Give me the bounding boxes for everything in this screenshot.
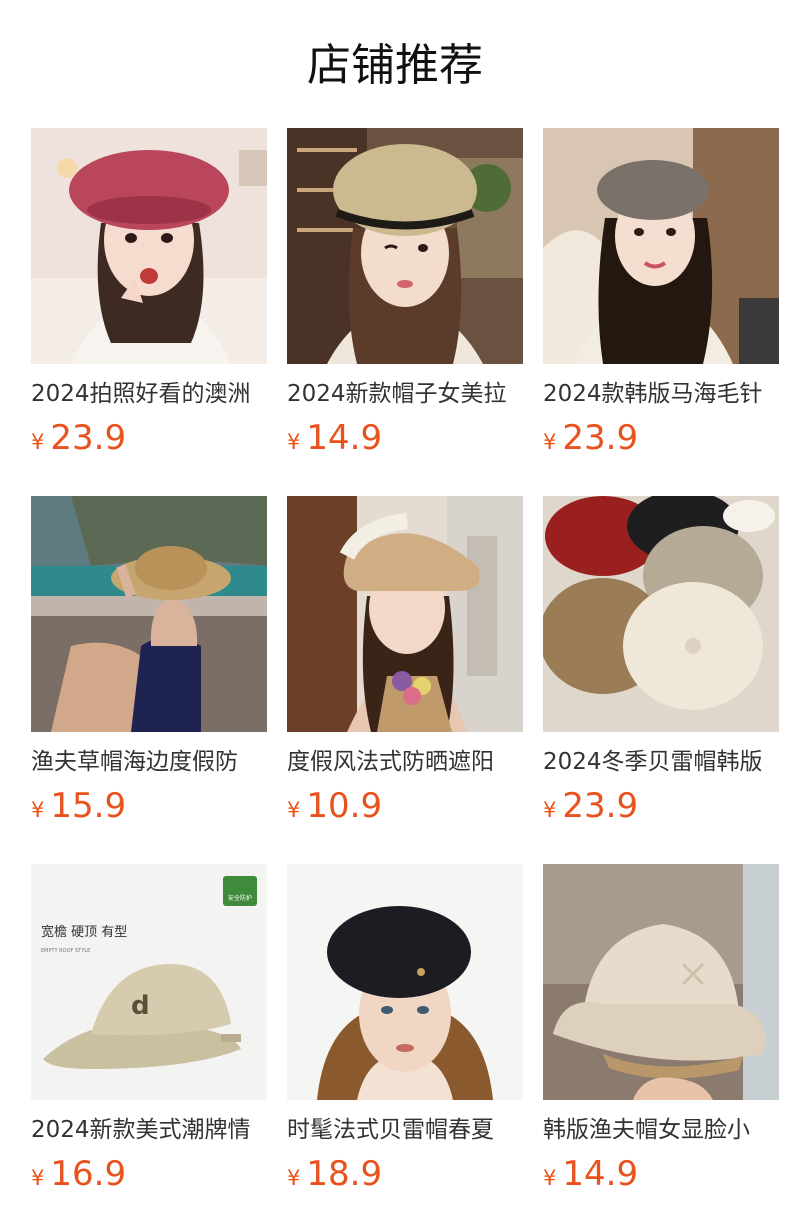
product-image[interactable]	[543, 864, 779, 1100]
price-value: 23.9	[562, 418, 639, 458]
currency-symbol: ¥	[31, 1166, 45, 1190]
product-name[interactable]: 2024款韩版马海毛针	[543, 378, 779, 410]
product-card[interactable]: 度假风法式防晒遮阳 ¥10.9	[287, 496, 523, 828]
product-card[interactable]: 2024拍照好看的澳洲 ¥23.9	[31, 128, 267, 460]
product-card[interactable]: 韩版渔夫帽女显脸小 ¥14.9	[543, 864, 779, 1196]
product-card[interactable]: 2024款韩版马海毛针 ¥23.9	[543, 128, 779, 460]
product-name[interactable]: 2024新款美式潮牌情	[31, 1114, 267, 1146]
overlay-badge: 安全防护	[228, 894, 252, 902]
product-card[interactable]: 2024新款帽子女美拉 ¥14.9	[287, 128, 523, 460]
product-image[interactable]	[287, 128, 523, 364]
currency-symbol: ¥	[31, 430, 45, 454]
currency-symbol: ¥	[31, 798, 45, 822]
price-value: 10.9	[306, 786, 383, 826]
price-value: 15.9	[50, 786, 127, 826]
product-card[interactable]: 时髦法式贝雷帽春夏 ¥18.9	[287, 864, 523, 1196]
product-image[interactable]	[31, 128, 267, 364]
product-name[interactable]: 2024冬季贝雷帽韩版	[543, 746, 779, 778]
product-image[interactable]	[31, 496, 267, 732]
page-title: 店铺推荐	[307, 40, 483, 91]
product-name[interactable]: 渔夫草帽海边度假防	[31, 746, 267, 778]
currency-symbol: ¥	[287, 798, 301, 822]
product-price: ¥14.9	[543, 1154, 638, 1194]
product-image[interactable]: 宽檐 硬顶 有型 EMPTY ROOF STYLE 安全防护 d	[31, 864, 267, 1100]
product-image[interactable]	[543, 128, 779, 364]
product-card[interactable]: 宽檐 硬顶 有型 EMPTY ROOF STYLE 安全防护 d 2024新款美…	[31, 864, 267, 1196]
product-name[interactable]: 度假风法式防晒遮阳	[287, 746, 523, 778]
product-price: ¥15.9	[31, 786, 126, 826]
overlay-subline: EMPTY ROOF STYLE	[41, 948, 90, 954]
product-card[interactable]: 渔夫草帽海边度假防 ¥15.9	[31, 496, 267, 828]
price-value: 14.9	[562, 1154, 639, 1194]
product-card[interactable]: 2024冬季贝雷帽韩版 ¥23.9	[543, 496, 779, 828]
svg-text:d: d	[131, 991, 150, 1021]
price-value: 23.9	[50, 418, 127, 458]
product-price: ¥14.9	[287, 418, 382, 458]
price-value: 16.9	[50, 1154, 127, 1194]
product-price: ¥23.9	[543, 418, 638, 458]
overlay-headline: 宽檐 硬顶 有型	[41, 924, 127, 940]
product-price: ¥16.9	[31, 1154, 126, 1194]
product-name[interactable]: 时髦法式贝雷帽春夏	[287, 1114, 523, 1146]
product-name[interactable]: 2024拍照好看的澳洲	[31, 378, 267, 410]
product-image[interactable]	[287, 496, 523, 732]
product-image[interactable]	[543, 496, 779, 732]
product-price: ¥23.9	[31, 418, 126, 458]
product-price: ¥10.9	[287, 786, 382, 826]
product-name[interactable]: 2024新款帽子女美拉	[287, 378, 523, 410]
product-name[interactable]: 韩版渔夫帽女显脸小	[543, 1114, 779, 1146]
price-value: 18.9	[306, 1154, 383, 1194]
currency-symbol: ¥	[543, 1166, 557, 1190]
currency-symbol: ¥	[543, 430, 557, 454]
product-grid: 2024拍照好看的澳洲 ¥23.9 2024新款帽子女美拉 ¥ 14.9 202…	[31, 128, 779, 1196]
product-price: ¥18.9	[287, 1154, 382, 1194]
currency-symbol: ¥	[543, 798, 557, 822]
price-value: 23.9	[562, 786, 639, 826]
price-value: 14.9	[306, 418, 383, 458]
product-price: ¥23.9	[543, 786, 638, 826]
currency-symbol: ¥	[287, 1166, 301, 1190]
product-image[interactable]	[287, 864, 523, 1100]
currency-symbol: ¥	[287, 430, 301, 454]
